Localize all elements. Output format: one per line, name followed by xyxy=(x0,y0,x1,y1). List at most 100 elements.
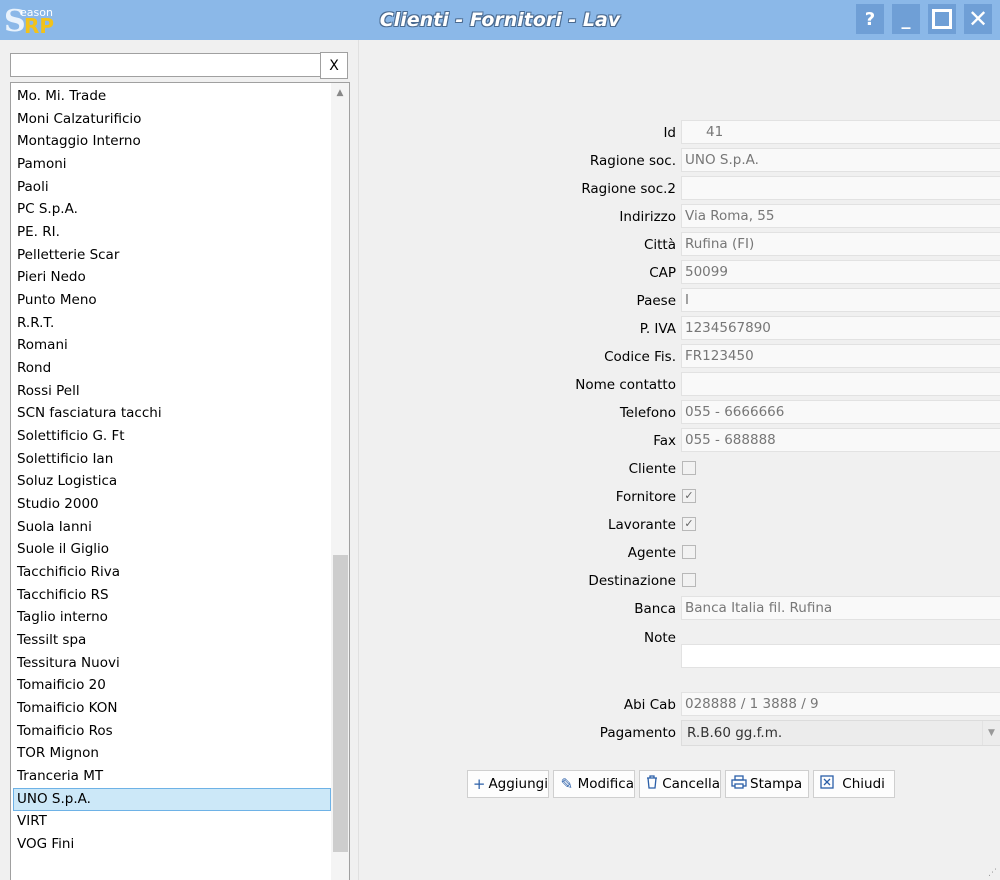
telefono-label: Telefono xyxy=(619,405,676,421)
modifica-label: Modifica xyxy=(577,776,634,792)
stampa-label: Stampa xyxy=(750,776,803,792)
list-scrollbar[interactable]: ▲ ▼ xyxy=(331,83,349,880)
ragione-soc-field[interactable]: UNO S.p.A. xyxy=(681,148,1000,172)
list-item[interactable]: VOG Fini xyxy=(13,833,331,856)
list-item[interactable]: Suola Ianni xyxy=(13,516,331,539)
banca-field[interactable]: Banca Italia fil. Rufina xyxy=(681,596,1000,620)
list-item[interactable]: R.R.T. xyxy=(13,312,331,335)
ragione-soc2-field[interactable] xyxy=(681,176,1000,200)
list-item[interactable]: Montaggio Interno xyxy=(13,130,331,153)
resize-grip-icon[interactable]: ⋰ xyxy=(988,868,998,878)
close-window-button[interactable]: ✕ xyxy=(964,4,992,34)
lavorante-label: Lavorante xyxy=(607,517,676,533)
nome-contatto-field[interactable] xyxy=(681,372,1000,396)
paese-field[interactable]: I xyxy=(681,288,1000,312)
fax-field[interactable]: 055 - 688888 xyxy=(681,428,1000,452)
pagamento-select[interactable]: R.B.60 gg.f.m. ▼ xyxy=(681,720,1000,746)
list-item[interactable]: Tomaificio 20 xyxy=(13,674,331,697)
nome-contatto-label: Nome contatto xyxy=(575,377,676,393)
list-item[interactable]: Pelletterie Scar xyxy=(13,244,331,267)
destinazione-checkbox[interactable] xyxy=(682,573,696,587)
id-field[interactable]: 41 xyxy=(681,120,1000,144)
destinazione-label: Destinazione xyxy=(588,573,676,589)
scroll-up-icon[interactable]: ▲ xyxy=(331,85,349,101)
title-bar: S eason RP Clienti - Fornitori - Lav ? _… xyxy=(0,0,1000,40)
list-item[interactable]: Suole il Giglio xyxy=(13,538,331,561)
cliente-label: Cliente xyxy=(628,461,676,477)
cap-field[interactable]: 50099 xyxy=(681,260,1000,284)
list-item[interactable]: VIRT xyxy=(13,810,331,833)
list-item-selected[interactable]: UNO S.p.A. xyxy=(13,787,331,811)
minimize-icon: _ xyxy=(901,8,911,30)
list-item[interactable]: PE. RI. xyxy=(13,221,331,244)
list-item[interactable]: Tacchificio RS xyxy=(13,584,331,607)
indirizzo-label: Indirizzo xyxy=(619,209,676,225)
list-item[interactable]: Tomaificio KON xyxy=(13,697,331,720)
ragione-soc-label: Ragione soc. xyxy=(589,153,676,169)
cancella-button[interactable]: Cancella xyxy=(639,770,721,798)
detail-panel: Id 41 Ragione soc. UNO S.p.A. Ragione so… xyxy=(358,40,1000,880)
list-item[interactable]: TOR Mignon xyxy=(13,742,331,765)
cancella-label: Cancella xyxy=(662,776,720,792)
scroll-thumb[interactable] xyxy=(333,555,348,852)
list-item[interactable]: Solettificio Ian xyxy=(13,448,331,471)
piva-field[interactable]: 1234567890 xyxy=(681,316,1000,340)
client-list[interactable]: Mo. Mi. Trade Moni Calzaturificio Montaggi… xyxy=(10,82,350,880)
clear-search-button[interactable]: X xyxy=(320,52,348,79)
telefono-field[interactable]: 055 - 6666666 xyxy=(681,400,1000,424)
fornitore-checkbox[interactable]: ✓ xyxy=(682,489,696,503)
left-panel: X Mo. Mi. Trade Moni Calzaturificio Montag… xyxy=(0,40,357,880)
aggiungi-button[interactable]: + Aggiungi xyxy=(467,770,549,798)
cliente-checkbox[interactable] xyxy=(682,461,696,475)
citta-field[interactable]: Rufina (FI) xyxy=(681,232,1000,256)
agente-checkbox[interactable] xyxy=(682,545,696,559)
abi-cab-field[interactable]: 028888 / 1 3888 / 9 xyxy=(681,692,1000,716)
list-item[interactable]: Soluz Logistica xyxy=(13,470,331,493)
help-icon: ? xyxy=(864,8,876,30)
fax-label: Fax xyxy=(653,433,676,449)
list-item[interactable]: Tranceria MT xyxy=(13,765,331,788)
banca-label: Banca xyxy=(634,601,676,617)
note-field[interactable] xyxy=(681,644,1000,668)
list-item[interactable]: Rond xyxy=(13,357,331,380)
list-item[interactable]: Solettificio G. Ft xyxy=(13,425,331,448)
list-item[interactable]: Tessitura Nuovi xyxy=(13,652,331,675)
list-item[interactable]: Studio 2000 xyxy=(13,493,331,516)
list-item[interactable]: SCN fasciatura tacchi xyxy=(13,402,331,425)
search-input[interactable] xyxy=(10,53,321,77)
list-item[interactable]: Romani xyxy=(13,334,331,357)
lavorante-checkbox[interactable]: ✓ xyxy=(682,517,696,531)
paese-label: Paese xyxy=(636,293,676,309)
stampa-button[interactable]: Stampa xyxy=(725,770,809,798)
window-title: Clienti - Fornitori - Lav xyxy=(379,9,621,31)
chevron-down-icon[interactable]: ▼ xyxy=(982,721,1000,745)
pagamento-label: Pagamento xyxy=(599,725,676,741)
close-icon: ✕ xyxy=(967,5,989,33)
list-item[interactable]: Punto Meno xyxy=(13,289,331,312)
help-button[interactable]: ? xyxy=(856,4,884,34)
printer-icon xyxy=(730,775,748,793)
list-item[interactable]: Taglio interno xyxy=(13,606,331,629)
list-item[interactable]: PC S.p.A. xyxy=(13,198,331,221)
modifica-button[interactable]: ✎ Modifica xyxy=(553,770,635,798)
fornitore-label: Fornitore xyxy=(615,489,676,505)
maximize-button[interactable] xyxy=(928,4,956,34)
list-item[interactable]: Tacchificio Riva xyxy=(13,561,331,584)
list-item[interactable]: Mo. Mi. Trade xyxy=(13,85,331,108)
codice-fiscale-field[interactable]: FR123450 xyxy=(681,344,1000,368)
pencil-icon: ✎ xyxy=(560,775,574,793)
list-item[interactable]: Rossi Pell xyxy=(13,380,331,403)
close-box-icon xyxy=(818,775,836,793)
ragione-soc2-label: Ragione soc.2 xyxy=(581,181,676,197)
indirizzo-field[interactable]: Via Roma, 55 xyxy=(681,204,1000,228)
list-item[interactable]: Tessilt spa xyxy=(13,629,331,652)
list-item[interactable]: Moni Calzaturificio xyxy=(13,108,331,131)
pagamento-value: R.B.60 gg.f.m. xyxy=(687,725,783,741)
list-item[interactable]: Paoli xyxy=(13,176,331,199)
minimize-button[interactable]: _ xyxy=(892,4,920,34)
plus-icon: + xyxy=(472,775,486,793)
list-item[interactable]: Tomaificio Ros xyxy=(13,720,331,743)
list-item[interactable]: Pieri Nedo xyxy=(13,266,331,289)
chiudi-button[interactable]: Chiudi xyxy=(813,770,895,798)
list-item[interactable]: Pamoni xyxy=(13,153,331,176)
